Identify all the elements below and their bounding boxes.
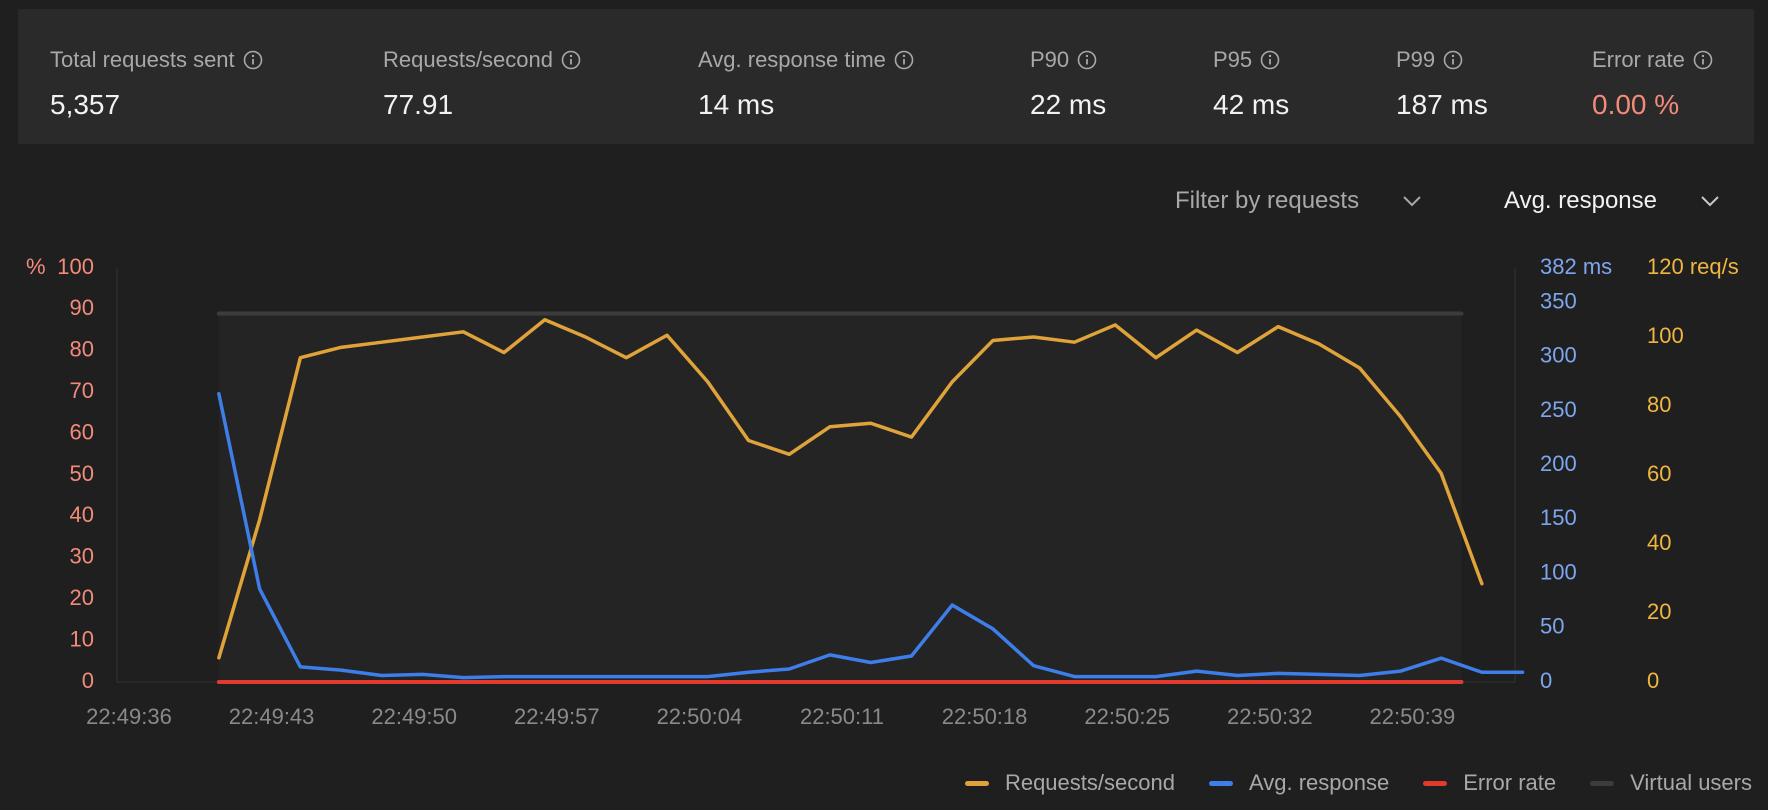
y-tick-label-percent: 50: [70, 461, 94, 486]
y-tick-label-reqs: 100: [1647, 323, 1684, 348]
legend-swatch: [1208, 780, 1233, 786]
legend-swatch: [1423, 780, 1448, 786]
chart-legend: Requests/second Avg. response Error rate Vi…: [931, 768, 1752, 798]
legend-swatch: [1590, 780, 1615, 786]
legend-label: Avg. response: [1248, 770, 1390, 795]
y-tick-label-percent: 90: [70, 295, 94, 320]
legend-item-virtual-users[interactable]: Virtual users: [1590, 770, 1752, 796]
y-tick-label-percent: 80: [70, 337, 94, 362]
y-tick-label-percent: 70: [70, 378, 94, 403]
y-tick-label-reqs: 60: [1647, 461, 1671, 486]
x-tick-label: 22:49:57: [514, 704, 600, 729]
y-tick-label-ms: 100: [1540, 559, 1577, 584]
x-tick-label: 22:50:32: [1227, 704, 1313, 729]
legend-label: Error rate: [1463, 770, 1557, 795]
legend-item-requests[interactable]: Requests/second: [964, 770, 1175, 796]
plot-area-background: [218, 313, 1462, 682]
y-tick-label-ms: 300: [1540, 343, 1577, 368]
y-tick-label-ms: 350: [1540, 288, 1577, 313]
x-tick-label: 22:50:11: [800, 704, 884, 729]
y-tick-label-percent: 60: [70, 419, 94, 444]
legend-label: Virtual users: [1630, 770, 1752, 795]
y-tick-label-percent: 0: [82, 668, 94, 693]
y-tick-label-ms: 50: [1540, 614, 1564, 639]
x-tick-label: 22:50:25: [1084, 704, 1170, 729]
y-tick-label-reqs: 40: [1647, 530, 1671, 555]
y-tick-label-percent: 20: [70, 585, 94, 610]
y-axis-max-ms: 382 ms: [1540, 254, 1612, 279]
legend-item-error[interactable]: Error rate: [1423, 770, 1556, 796]
y-axis-max-reqs: 120 req/s: [1647, 254, 1739, 279]
y-tick-label-ms: 0: [1540, 668, 1552, 693]
x-tick-label: 22:49:43: [229, 704, 315, 729]
y-tick-label-ms: 250: [1540, 397, 1577, 422]
x-tick-label: 22:50:04: [657, 704, 743, 729]
metrics-chart: 0102030405060708090100%05010015020025030…: [26, 254, 1739, 729]
x-tick-label: 22:49:50: [371, 704, 457, 729]
y-tick-label-reqs: 20: [1647, 599, 1671, 624]
y-tick-label-reqs: 80: [1647, 392, 1671, 417]
x-tick-label: 22:49:36: [86, 704, 172, 729]
y-tick-label-percent: 30: [70, 544, 94, 569]
legend-label: Requests/second: [1004, 770, 1175, 795]
y-tick-label-ms: 200: [1540, 451, 1577, 476]
y-axis-unit-percent: %: [26, 254, 46, 279]
y-tick-label-reqs: 0: [1647, 668, 1659, 693]
x-tick-label: 22:50:18: [942, 704, 1028, 729]
y-tick-label-percent: 10: [70, 626, 94, 651]
y-tick-label-percent: 100: [57, 254, 94, 279]
y-tick-label-percent: 40: [70, 502, 94, 527]
y-tick-label-ms: 150: [1540, 505, 1577, 530]
legend-item-response[interactable]: Avg. response: [1208, 770, 1390, 796]
x-tick-label: 22:50:39: [1370, 704, 1456, 729]
legend-swatch: [964, 780, 989, 786]
